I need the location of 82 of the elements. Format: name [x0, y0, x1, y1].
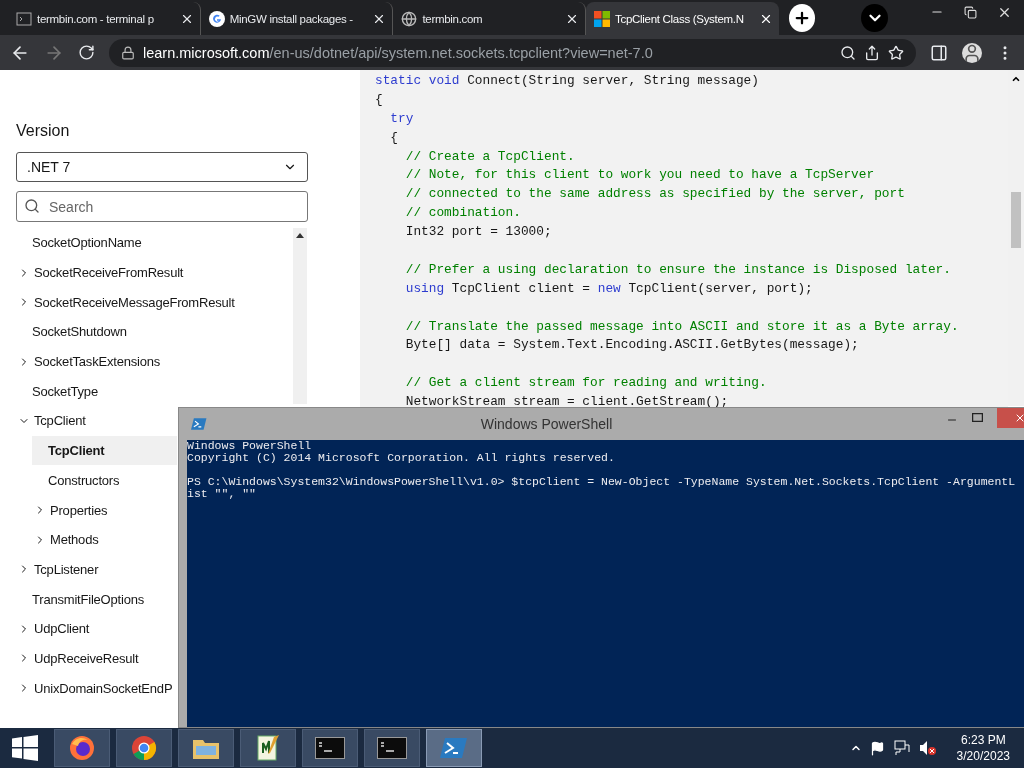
code-line: // Create a TcpClient. — [404, 147, 576, 166]
console-line: PS C:\Windows\System32\WindowsPowerShell\v1.0> $tcpClient = New-Object -TypeName System.Net.Sockets.TcpClient -ArgumentL — [187, 476, 1017, 488]
clock-time: 6:23 PM — [960, 732, 1006, 748]
firefox-icon — [68, 734, 96, 762]
taskbar-app-button[interactable] — [364, 729, 420, 767]
scroll-thumb[interactable] — [1011, 192, 1021, 248]
tree-item[interactable]: UnixDomainSocketEndP — [16, 673, 173, 703]
window-title: Windows PowerShell — [480, 416, 614, 432]
bookmark-star-icon[interactable] — [888, 44, 904, 61]
taskbar-app-button[interactable] — [178, 729, 234, 767]
code-line: Int32 port = 13000; — [404, 223, 553, 242]
code-line: { — [389, 128, 400, 147]
windows-start-icon[interactable] — [12, 735, 38, 761]
address-bar[interactable]: learn.microsoft.com/en-us/dotnet/api/system.net.sockets.tcpclient?view=net-7.0 — [109, 38, 916, 67]
console-line: Copyright (C) 2014 Microsoft Corporation. All rights reserved. — [187, 452, 616, 464]
tree-item[interactable]: SocketOptionName — [16, 228, 142, 258]
console-line: ist "", "" — [187, 488, 257, 500]
code-line: // Note, for this client to work you need to have a TcpServer — [404, 166, 876, 185]
tree-item[interactable]: TcpListener — [16, 554, 99, 584]
tree-item[interactable]: SocketShutdown — [16, 317, 127, 347]
command-prompt-icon — [315, 737, 345, 759]
taskbar-app-button[interactable] — [302, 729, 358, 767]
share-icon[interactable] — [864, 44, 880, 61]
taskbar-app-button[interactable] — [240, 729, 296, 767]
tree-item[interactable]: SocketType — [16, 376, 98, 406]
globe-icon — [401, 10, 418, 27]
close-icon — [1014, 412, 1024, 424]
code-line: using TcpClient client = new TcpClient(server, port); — [404, 279, 814, 298]
maximize-icon[interactable] — [972, 413, 983, 422]
zoom-icon[interactable] — [840, 44, 856, 61]
command-prompt-icon — [377, 737, 407, 759]
code-line: // combination. — [404, 204, 522, 223]
network-icon[interactable] — [892, 740, 911, 756]
tree-scrollbar[interactable] — [293, 228, 307, 404]
tree-item[interactable]: Properties — [32, 495, 108, 525]
search-field[interactable]: Search — [16, 191, 308, 222]
page-scrollbar[interactable] — [1008, 70, 1024, 406]
tree-item[interactable]: SocketReceiveFromResult — [16, 258, 184, 288]
notepad-icon — [254, 733, 282, 763]
code-line: { — [375, 90, 384, 109]
chrome-icon — [130, 734, 158, 762]
terminal-icon — [16, 10, 32, 27]
taskbar-app-button[interactable] — [116, 729, 172, 767]
tree-item[interactable]: UdpReceiveResult — [16, 643, 139, 673]
tree-item[interactable]: TransmitFileOptions — [16, 584, 145, 614]
profile-icon[interactable] — [962, 42, 982, 63]
four-squares-icon — [594, 10, 611, 27]
console-line: Windows PowerShell — [187, 440, 313, 452]
code-line: Byte[] data = System.Text.Encoding.ASCII.GetBytes(message); — [404, 336, 860, 355]
code-line: // connected to the same address as specified by the server, port — [404, 185, 906, 204]
flag-icon[interactable] — [869, 740, 885, 756]
taskbar-app-button[interactable] — [54, 729, 110, 767]
tree-item[interactable]: TcpClient — [16, 406, 86, 436]
code-line: // Translate the passed message into ASCII and store it as a Byte array. — [404, 317, 960, 336]
powershell-icon — [440, 736, 468, 760]
tree-item[interactable]: Constructors — [32, 465, 120, 495]
reload-icon[interactable] — [78, 44, 95, 61]
scroll-up-icon[interactable] — [296, 232, 304, 238]
browser-tab[interactable]: TcpClient Class (System.N — [586, 2, 779, 35]
lock-icon — [121, 45, 135, 60]
tree-item[interactable]: Methods — [32, 525, 99, 555]
google-g-icon — [208, 10, 225, 27]
scroll-up-icon[interactable] — [1011, 74, 1021, 84]
code-line: // Get a client stream for reading and writing. — [404, 374, 768, 393]
side-panel-icon[interactable] — [930, 43, 948, 62]
code-line: try — [389, 109, 415, 128]
tree-item[interactable]: UdpClient — [16, 614, 90, 644]
code-line: // Prefer a using declaration to ensure the instance is Disposed later. — [404, 260, 952, 279]
clock-date: 3/20/2023 — [956, 748, 1010, 764]
search-icon — [24, 198, 40, 214]
restore-icon[interactable] — [964, 5, 977, 19]
code-line: static void Connect(String server, String message) — [375, 72, 760, 90]
version-select[interactable]: .NET 7 — [16, 152, 308, 182]
version-label: Version — [16, 122, 71, 140]
speaker-muted-icon[interactable] — [918, 740, 937, 756]
powershell-icon — [191, 417, 207, 431]
code-line: NetworkStream stream = client.GetStream(); — [404, 393, 730, 412]
tree-item[interactable]: SocketTaskExtensions — [16, 347, 161, 377]
tree-item[interactable]: TcpClient — [32, 436, 177, 466]
tree-item[interactable]: SocketReceiveMessageFromResult — [16, 287, 235, 317]
new-tab-button[interactable] — [788, 4, 816, 32]
tab-search-button[interactable] — [861, 4, 888, 32]
